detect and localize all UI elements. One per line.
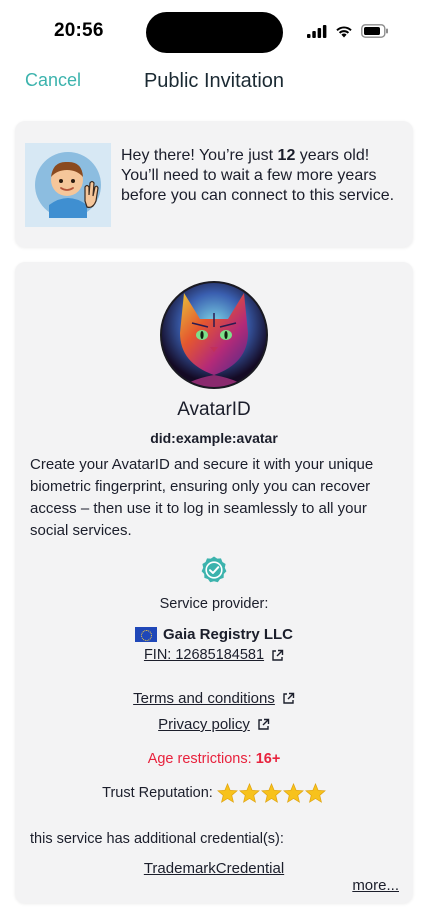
status-bar: 20:56	[0, 0, 428, 60]
fin-link[interactable]: FIN: 12685184581	[144, 647, 264, 663]
more-link[interactable]: more...	[352, 877, 399, 894]
provider-row: Gaia Registry LLC	[15, 626, 413, 643]
wifi-icon	[336, 25, 352, 37]
status-icons	[307, 24, 389, 38]
age-warning-card: Hey there! You’re just 12 years old! You…	[15, 121, 413, 247]
terms-row: Terms and conditions	[15, 690, 413, 707]
star-icon	[282, 783, 304, 803]
privacy-link[interactable]: Privacy policy	[158, 716, 250, 733]
age-restriction: Age restrictions: 16+	[15, 751, 413, 767]
signal-icon	[307, 24, 327, 38]
eu-flag-icon	[134, 627, 157, 642]
credential-row: TrademarkCredential	[15, 860, 413, 877]
trust-reputation: Trust Reputation:	[15, 783, 413, 803]
credential-link[interactable]: TrademarkCredential	[144, 860, 284, 877]
star-icon	[238, 783, 260, 803]
warning-text-start: Hey there! You’re just	[121, 147, 278, 164]
provider-label: Service provider:	[159, 596, 269, 612]
star-icon	[216, 783, 238, 803]
provider-name: Gaia Registry LLC	[162, 626, 294, 643]
privacy-row: Privacy policy	[15, 716, 413, 733]
service-logo	[160, 281, 268, 389]
battery-icon	[361, 24, 388, 38]
status-time: 20:56	[54, 20, 104, 41]
dynamic-island	[146, 12, 283, 53]
external-link-icon[interactable]	[257, 718, 270, 731]
waving-child-icon	[35, 152, 101, 218]
age-warning-text: Hey there! You’re just 12 years old! You…	[121, 146, 401, 206]
external-link-icon[interactable]	[271, 649, 284, 662]
service-name: AvatarID	[177, 399, 251, 420]
fin-row: FIN: 12685184581	[15, 647, 413, 663]
child-avatar	[25, 143, 111, 227]
user-age: 12	[277, 147, 296, 164]
page-title: Public Invitation	[143, 70, 285, 92]
service-card: AvatarID did:example:avatar Create your …	[15, 262, 413, 903]
extra-credentials-label: this service has additional credential(s…	[30, 831, 284, 847]
trust-stars	[216, 783, 326, 803]
trust-label: Trust Reputation:	[102, 785, 213, 801]
cat-logo-icon	[162, 283, 266, 387]
external-link-icon[interactable]	[282, 692, 295, 705]
age-restriction-value: 16+	[255, 751, 281, 767]
service-did: did:example:avatar	[150, 430, 278, 446]
star-icon	[304, 783, 326, 803]
star-icon	[260, 783, 282, 803]
age-restriction-label: Age restrictions:	[147, 751, 256, 767]
verified-badge-icon	[201, 556, 227, 583]
terms-link[interactable]: Terms and conditions	[133, 690, 275, 707]
service-description: Create your AvatarID and secure it with …	[30, 456, 374, 539]
nav-header: Cancel Public Invitation	[0, 60, 428, 102]
